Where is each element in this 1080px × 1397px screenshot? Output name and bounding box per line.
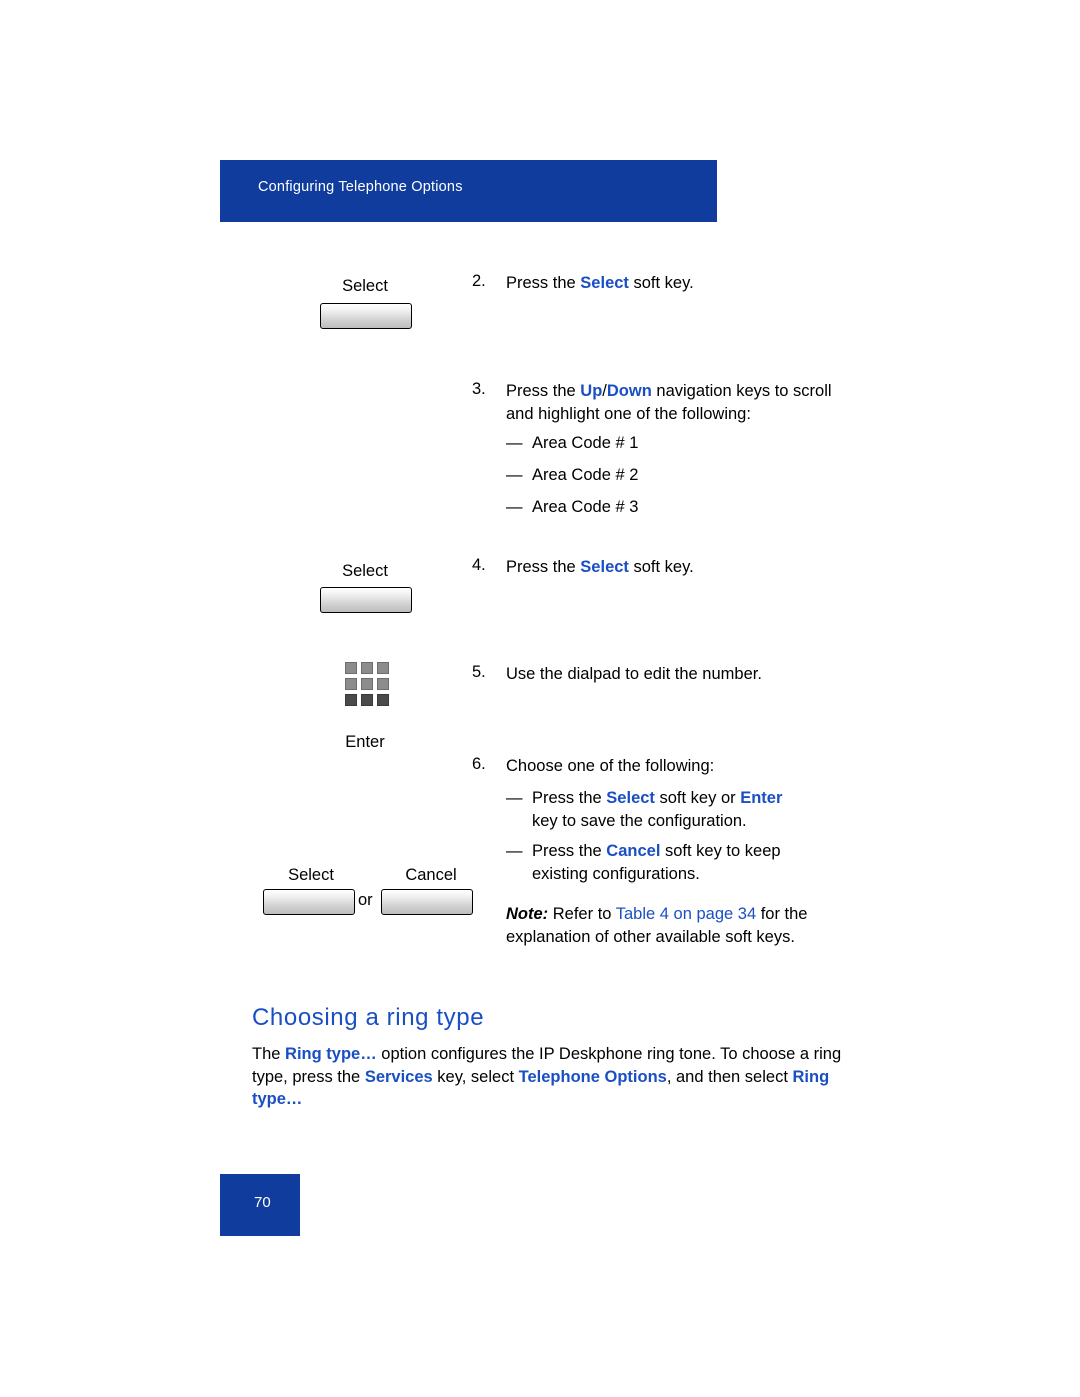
- dialpad-key: [377, 694, 389, 706]
- list-item-save-config: — Press the Select soft key or Enter key …: [506, 787, 836, 833]
- list-item-keep-config: — Press the Cancel soft key to keep exist…: [506, 840, 836, 886]
- note-label: Note:: [506, 905, 549, 923]
- step-number-6: 6.: [472, 755, 486, 773]
- step2-select-keyword: Select: [580, 274, 629, 292]
- save-config-text-b: soft key or: [654, 789, 741, 807]
- softkey-button-cancel[interactable]: [381, 889, 473, 915]
- em-dash-icon: —: [506, 466, 523, 484]
- step-number-2: 2.: [472, 272, 486, 290]
- softkey-button-select-step6[interactable]: [263, 889, 355, 915]
- list-item-area-code-3-label: Area Code # 3: [532, 498, 639, 516]
- para-telephone-options-keyword: Telephone Options: [518, 1067, 667, 1086]
- dialpad-key: [345, 694, 357, 706]
- or-separator-label: or: [358, 891, 373, 909]
- document-body: Select 2. Press the Select soft key. 3. …: [0, 0, 1080, 1397]
- list-item-area-code-2: — Area Code # 2: [506, 464, 638, 487]
- list-item-area-code-3: — Area Code # 3: [506, 496, 638, 519]
- step2-part-a: Press the: [506, 274, 581, 292]
- save-config-select-keyword: Select: [606, 789, 655, 807]
- page-footer-bar: 70: [220, 1174, 300, 1236]
- page-number: 70: [254, 1194, 271, 1211]
- dialpad-key: [377, 678, 389, 690]
- note-cross-reference-link[interactable]: Table 4 on page 34: [616, 905, 756, 923]
- keep-config-line2: existing configurations.: [532, 865, 700, 883]
- step-text-5: Use the dialpad to edit the number.: [506, 665, 762, 683]
- dialpad-key: [361, 694, 373, 706]
- keep-config-cancel-keyword: Cancel: [606, 842, 661, 860]
- step3-part-a: Press the: [506, 382, 581, 400]
- step4-select-keyword: Select: [580, 558, 629, 576]
- key-label-enter: Enter: [345, 733, 385, 751]
- dialpad-key: [345, 678, 357, 690]
- step2-part-b: soft key.: [628, 274, 694, 292]
- dialpad-row-2: [345, 678, 389, 690]
- dialpad-row-3: [345, 694, 389, 706]
- step4-part-b: soft key.: [628, 558, 694, 576]
- save-config-text-a: Press the: [532, 789, 607, 807]
- list-item-area-code-1: — Area Code # 1: [506, 432, 638, 455]
- note-block: Note: Refer to Table 4 on page 34 for th…: [506, 903, 826, 949]
- dialpad-key: [345, 662, 357, 674]
- dialpad-row-1: [345, 662, 389, 674]
- para-text-3: key, select: [432, 1067, 519, 1086]
- step-text-6: Choose one of the following:: [506, 757, 715, 775]
- keep-config-text-b: soft key to keep: [660, 842, 781, 860]
- softkey-button-select-step4[interactable]: [320, 587, 412, 613]
- note-text-a: Refer to: [548, 905, 616, 923]
- em-dash-icon: —: [506, 842, 523, 860]
- step-number-4: 4.: [472, 556, 486, 574]
- keep-config-text-a: Press the: [532, 842, 607, 860]
- save-config-line2: key to save the configuration.: [532, 812, 747, 830]
- dialpad-icon: [345, 662, 389, 714]
- section-paragraph: The Ring type… option configures the IP …: [252, 1043, 842, 1111]
- list-item-area-code-2-label: Area Code # 2: [532, 466, 639, 484]
- dialpad-key: [361, 662, 373, 674]
- para-text-4: , and then select: [666, 1067, 793, 1086]
- em-dash-icon: —: [506, 498, 523, 516]
- step3-down-keyword: Down: [606, 382, 652, 400]
- para-text-1: The: [252, 1045, 286, 1063]
- para-ring-type-keyword-1: Ring type…: [285, 1045, 377, 1063]
- em-dash-icon: —: [506, 789, 523, 807]
- step-number-3: 3.: [472, 380, 486, 398]
- step-text-2: Press the Select soft key.: [506, 272, 866, 295]
- step-text-3: Press the Up/Down navigation keys to scr…: [506, 380, 836, 426]
- section-heading-choosing-a-ring-type: Choosing a ring type: [252, 1004, 485, 1031]
- softkey-label-select-step2: Select: [342, 277, 388, 295]
- step-number-5: 5.: [472, 663, 486, 681]
- save-config-enter-keyword: Enter: [740, 789, 783, 807]
- step4-part-a: Press the: [506, 558, 581, 576]
- em-dash-icon: —: [506, 434, 523, 452]
- para-services-keyword: Services: [364, 1067, 433, 1086]
- softkey-label-cancel: Cancel: [405, 866, 457, 884]
- step-text-4: Press the Select soft key.: [506, 556, 866, 579]
- softkey-button-select-step2[interactable]: [320, 303, 412, 329]
- step3-up-keyword: Up: [580, 382, 603, 400]
- dialpad-key: [361, 678, 373, 690]
- list-item-area-code-1-label: Area Code # 1: [532, 434, 639, 452]
- softkey-label-select-step4: Select: [342, 562, 388, 580]
- dialpad-key: [377, 662, 389, 674]
